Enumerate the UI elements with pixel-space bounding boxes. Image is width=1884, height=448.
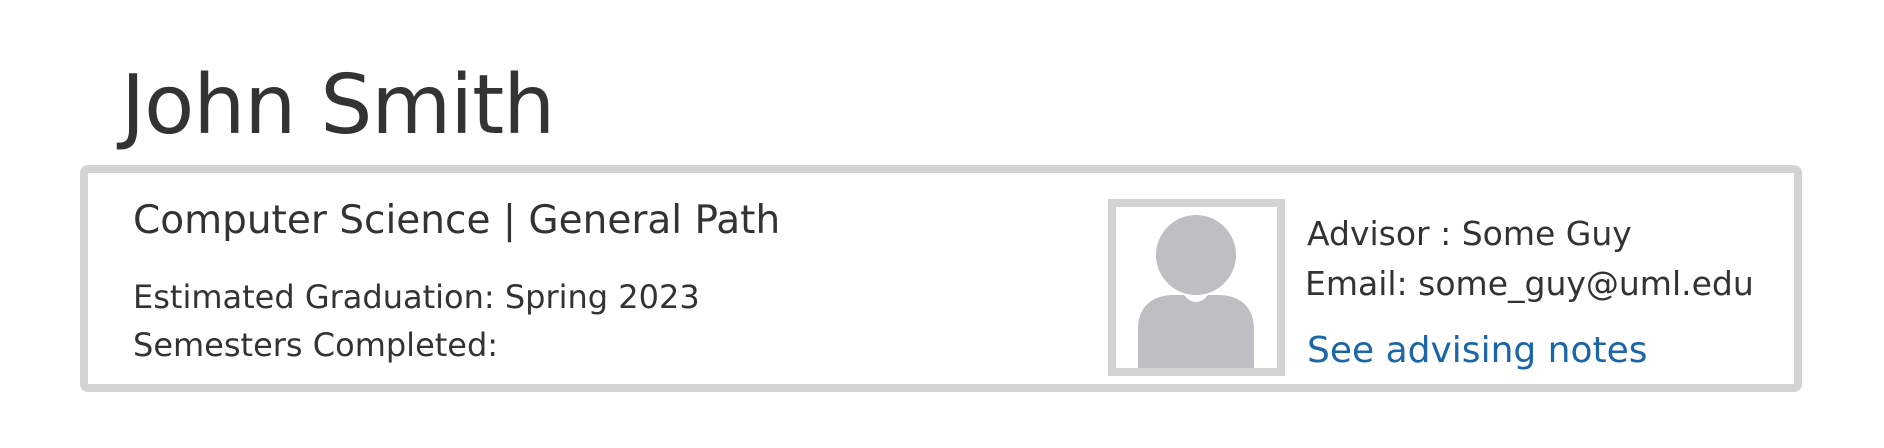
semesters-completed: Semesters Completed: [133, 326, 499, 364]
see-advising-notes-link[interactable]: See advising notes [1307, 328, 1648, 374]
program-title: Computer Science | General Path [133, 198, 781, 243]
advisor-name: Advisor : Some Guy [1307, 214, 1632, 253]
student-name: John Smith [121, 58, 555, 153]
person-placeholder-icon [1138, 215, 1254, 368]
student-info-card: Computer Science | General Path Estimate… [80, 165, 1802, 392]
advisor-avatar [1108, 199, 1285, 376]
estimated-graduation: Estimated Graduation: Spring 2023 [133, 278, 700, 316]
advisor-email: Email: some_guy@uml.edu [1305, 264, 1754, 303]
